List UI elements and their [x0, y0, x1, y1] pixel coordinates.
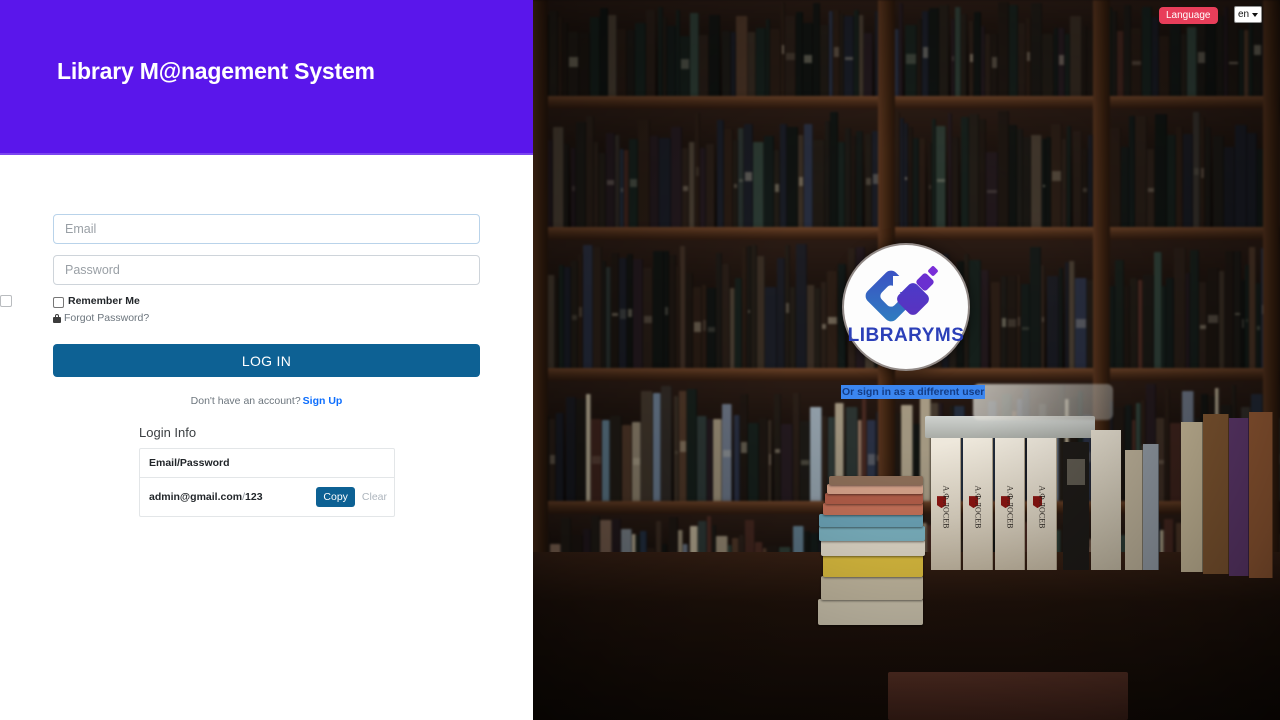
sign-in-different-user-link[interactable]: Or sign in as a different user: [841, 385, 986, 399]
login-page: А.Ф.ЛОСЕВ А.Ф.ЛОСЕВ А.Ф.ЛОСЕВ А.Ф.ЛОСЕВ Lan…: [0, 0, 1280, 720]
forgot-password-row[interactable]: Forgot Password?: [53, 312, 480, 325]
login-form: Remember Me Forgot Password? LOG IN Don'…: [53, 214, 480, 407]
language-select-value: en: [1238, 9, 1250, 20]
column-header-credentials: Email/Password: [149, 457, 230, 469]
login-options: Remember Me Forgot Password?: [53, 295, 480, 325]
credential-password: 123: [245, 491, 263, 503]
email-input[interactable]: [53, 214, 480, 244]
table-row: admin@gmail.com/123 Copy Clear: [140, 478, 394, 516]
lock-icon: [53, 314, 61, 323]
login-button[interactable]: LOG IN: [53, 344, 480, 377]
login-info-title: Login Info: [139, 425, 197, 440]
remember-me-checkbox[interactable]: [53, 296, 64, 308]
login-panel: Library M@nagement System Remember Me Fo…: [0, 0, 533, 720]
forgot-password-link[interactable]: Forgot Password?: [64, 312, 149, 325]
signup-link[interactable]: Sign Up: [303, 395, 343, 407]
libraryms-logo: LIBRARYMS: [842, 243, 970, 371]
remember-me-label: Remember Me: [68, 295, 140, 308]
clear-button[interactable]: Clear: [360, 491, 389, 503]
credential-email: admin@gmail.com: [149, 491, 243, 503]
signup-prompt: Don't have an account? Sign Up: [53, 395, 480, 407]
brand-header: Library M@nagement System: [0, 0, 533, 155]
login-info-section: Login Info Email/Password admin@gmail.co…: [139, 425, 395, 517]
signup-prompt-text: Don't have an account?: [190, 395, 301, 407]
remember-me-row[interactable]: Remember Me: [53, 295, 480, 309]
copy-button[interactable]: Copy: [316, 487, 355, 507]
credentials-cell: admin@gmail.com/123: [149, 491, 263, 503]
language-badge: Language: [1159, 7, 1218, 24]
libraryms-logo-icon: [862, 264, 943, 324]
password-input[interactable]: [53, 255, 480, 285]
page-title: Library M@nagement System: [57, 58, 375, 84]
row-actions: Copy Clear: [316, 487, 389, 507]
stray-checkbox[interactable]: [0, 295, 12, 307]
chevron-down-icon: [1252, 12, 1259, 17]
table-header-row: Email/Password: [140, 449, 394, 478]
language-select[interactable]: en: [1234, 6, 1263, 23]
logo-shape-dot: [927, 264, 939, 277]
login-info-table: Email/Password admin@gmail.com/123 Copy …: [139, 448, 395, 517]
logo-wordmark: LIBRARYMS: [847, 324, 965, 346]
